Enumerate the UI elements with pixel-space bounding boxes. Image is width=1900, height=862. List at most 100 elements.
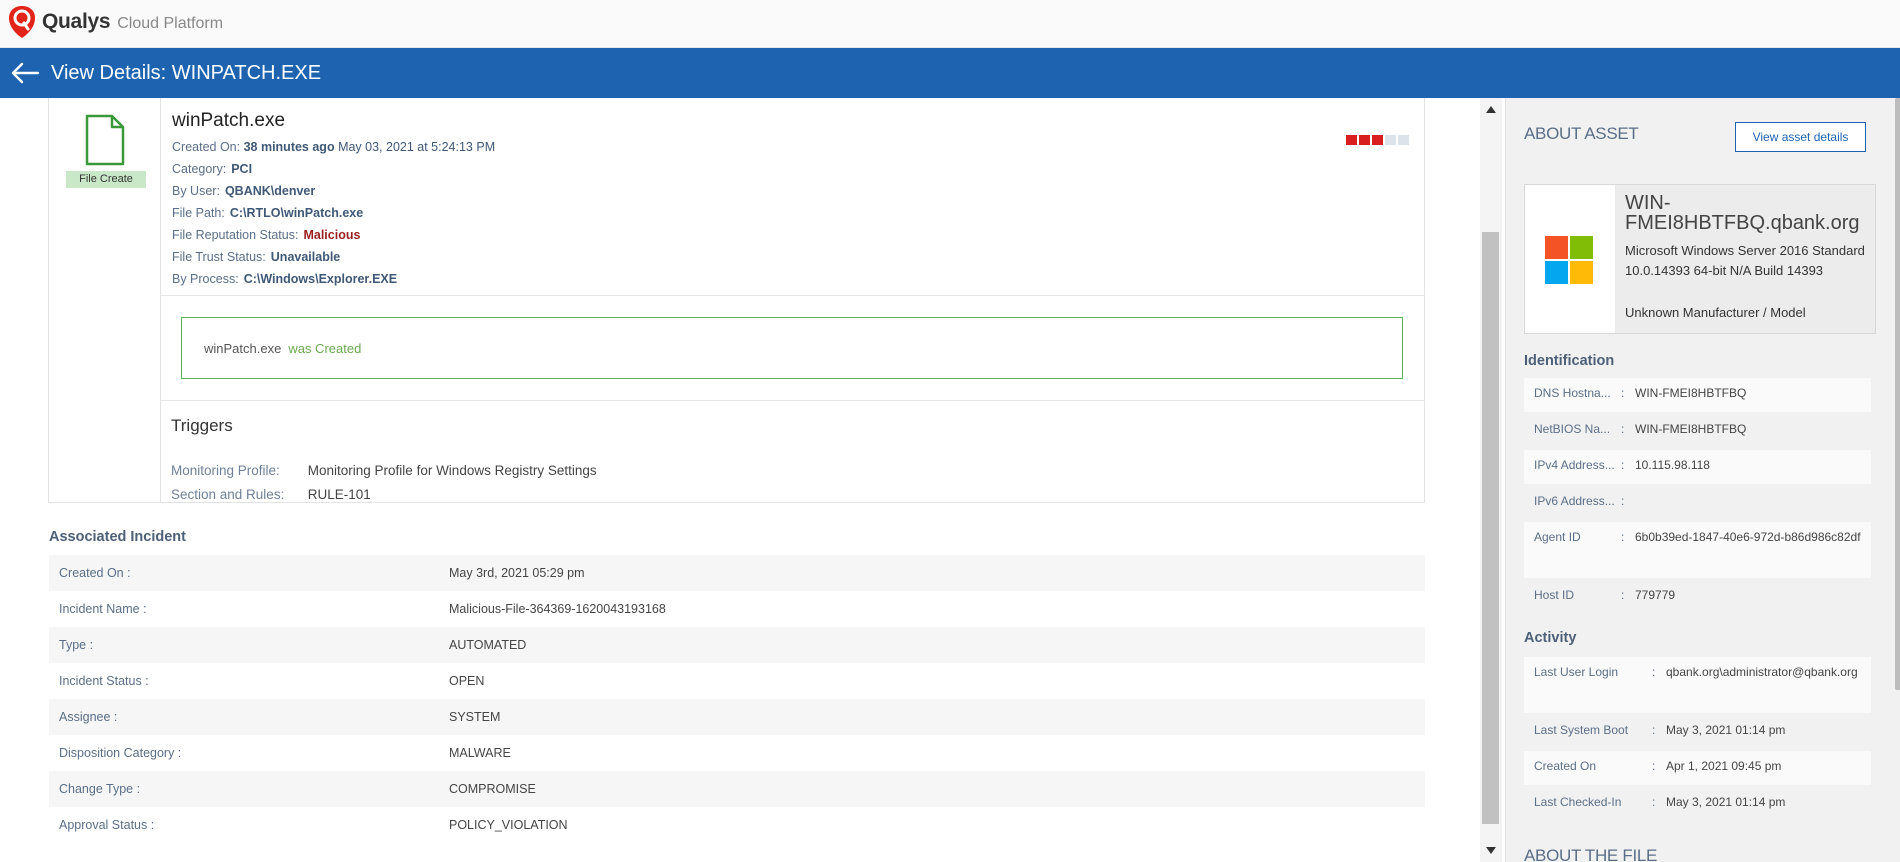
kv-label: Last System Boot — [1534, 723, 1629, 737]
asset-os-logo — [1525, 185, 1615, 333]
category-value: PCI — [231, 162, 253, 176]
page-title: View Details: WINPATCH.EXE — [51, 61, 322, 84]
back-arrow-icon[interactable] — [10, 62, 40, 84]
brand-name: Qualys — [42, 10, 111, 33]
user-line: By User: QBANK\denver — [172, 180, 495, 202]
incident-row-value: OPEN — [449, 674, 485, 688]
kv-colon: : — [1621, 386, 1625, 400]
kv-colon: : — [1652, 665, 1656, 679]
kv-label: IPv4 Address... — [1534, 458, 1615, 472]
scroll-up-arrow-icon[interactable] — [1486, 106, 1496, 113]
path-value: C:\RTLO\winPatch.exe — [229, 206, 364, 220]
process-line: By Process: C:\Windows\Explorer.EXE — [172, 268, 495, 290]
scroll-down-arrow-icon[interactable] — [1486, 847, 1496, 854]
severity-block — [1346, 135, 1357, 145]
file-icon-column: File Create — [49, 98, 161, 503]
side-panel-scroll-thumb[interactable] — [1895, 98, 1900, 690]
about-file-title: ABOUT THE FILE — [1524, 846, 1658, 862]
trust-label: File Trust Status: — [172, 250, 266, 264]
kv-value: May 3, 2021 01:14 pm — [1666, 723, 1786, 737]
title-bar: View Details: WINPATCH.EXE — [0, 48, 1900, 98]
kv-value: 10.115.98.118 — [1635, 458, 1710, 472]
incident-row: Incident Status : OPEN — [49, 663, 1425, 699]
created-on-line: Created On: 38 minutes ago May 03, 2021 … — [172, 136, 495, 158]
product-name: Cloud Platform — [117, 14, 224, 32]
category-line: Category: PCI — [172, 158, 495, 180]
incident-table: Created On : May 3rd, 2021 05:29 pm Incide… — [49, 555, 1425, 843]
side-panel-scrollbar[interactable] — [1894, 98, 1900, 862]
main-content: File Create winPatch.exe Created On: 38 … — [0, 98, 1480, 862]
activity-title: Activity — [1524, 630, 1577, 646]
severity-block — [1385, 135, 1396, 145]
section-rules-row: Section and Rules: RULE-101 — [171, 487, 371, 502]
incident-row: Approval Status : POLICY_VIOLATION — [49, 807, 1425, 843]
qualys-logo[interactable]: Qualys Cloud Platform — [8, 5, 223, 39]
incident-row-value: Malicious-File-364369-1620043193168 — [449, 602, 666, 616]
incident-row-label: Incident Status : — [59, 674, 149, 688]
kv-row: Last Checked-In: May 3, 2021 01:14 pm — [1524, 787, 1871, 821]
incident-row-label: Incident Name : — [59, 602, 147, 616]
kv-row: Last User Login: qbank.org\administrator@… — [1524, 657, 1871, 713]
event-action: was Created — [288, 340, 362, 356]
kv-value: May 3, 2021 01:14 pm — [1666, 795, 1786, 809]
reputation-label: File Reputation Status: — [172, 228, 299, 242]
kv-row: Last System Boot: May 3, 2021 01:14 pm — [1524, 715, 1871, 749]
process-label: By Process: — [172, 272, 239, 286]
kv-colon: : — [1652, 723, 1656, 737]
kv-value: WIN-FMEI8HBTFBQ — [1635, 422, 1747, 436]
view-asset-details-button[interactable]: View asset details — [1735, 122, 1866, 152]
section-rules-label: Section and Rules: — [171, 487, 285, 502]
kv-row: DNS Hostna...: WIN-FMEI8HBTFBQ — [1524, 378, 1871, 412]
path-line: File Path: C:\RTLO\winPatch.exe — [172, 202, 495, 224]
divider — [161, 295, 1425, 296]
incident-row-value: AUTOMATED — [449, 638, 527, 652]
kv-label: Host ID — [1534, 588, 1575, 602]
created-absolute: May 03, 2021 at 5:24:13 PM — [338, 140, 496, 154]
incident-row-label: Created On : — [59, 566, 131, 580]
severity-block — [1372, 135, 1383, 145]
identification-title: Identification — [1524, 353, 1615, 369]
monitoring-profile-value: Monitoring Profile for Windows Registry … — [307, 463, 597, 478]
main-scrollbar[interactable] — [1480, 98, 1502, 862]
kv-colon: : — [1621, 458, 1625, 472]
kv-colon: : — [1652, 759, 1656, 773]
created-label: Created On: — [172, 140, 241, 154]
monitoring-profile-label: Monitoring Profile: — [171, 463, 280, 478]
divider — [161, 400, 1425, 401]
scroll-thumb[interactable] — [1482, 232, 1499, 824]
asset-side-panel: ABOUT ASSET View asset details WIN-FMEI8… — [1505, 98, 1900, 862]
created-relative: 38 minutes ago — [243, 140, 335, 154]
kv-colon: : — [1621, 530, 1625, 544]
reputation-line: File Reputation Status: Malicious — [172, 224, 495, 246]
trust-value: Unavailable — [270, 250, 341, 264]
incident-row-value: POLICY_VIOLATION — [449, 818, 568, 832]
kv-row: Created On: Apr 1, 2021 09:45 pm — [1524, 751, 1871, 785]
kv-value: 779779 — [1635, 588, 1676, 602]
category-label: Category: — [172, 162, 227, 176]
asset-hostname: WIN-FMEI8HBTFBQ.qbank.org — [1625, 192, 1860, 234]
section-rules-value: RULE-101 — [307, 487, 371, 502]
qualys-shield-icon — [9, 6, 35, 38]
associated-incident-title: Associated Incident — [49, 529, 186, 545]
incident-row-label: Change Type : — [59, 782, 141, 796]
reputation-value: Malicious — [303, 228, 361, 242]
path-label: File Path: — [172, 206, 225, 220]
monitoring-profile-row: Monitoring Profile: Monitoring Profile f… — [171, 463, 597, 478]
incident-row: Created On : May 3rd, 2021 05:29 pm — [49, 555, 1425, 591]
incident-row-label: Disposition Category : — [59, 746, 182, 760]
kv-colon: : — [1652, 795, 1656, 809]
kv-value — [1635, 483, 1865, 520]
incident-row-label: Assignee : — [59, 710, 118, 724]
event-summary-box: winPatch.exe was Created — [181, 317, 1403, 379]
severity-block — [1359, 135, 1370, 145]
kv-row: IPv4 Address...:10.115.98.118 — [1524, 450, 1871, 484]
kv-label: Last Checked-In — [1534, 795, 1622, 809]
kv-value: 6b0b39ed-1847-40e6-972d-b86d986c82df — [1635, 530, 1861, 544]
file-create-badge: File Create — [66, 171, 146, 188]
incident-row-label: Type : — [59, 638, 94, 652]
incident-row-value: May 3rd, 2021 05:29 pm — [449, 566, 585, 580]
incident-row: Type : AUTOMATED — [49, 627, 1425, 663]
kv-row: NetBIOS Na...: WIN-FMEI8HBTFBQ — [1524, 414, 1871, 448]
kv-label: Agent ID — [1534, 530, 1581, 544]
kv-label: Created On — [1534, 759, 1597, 773]
